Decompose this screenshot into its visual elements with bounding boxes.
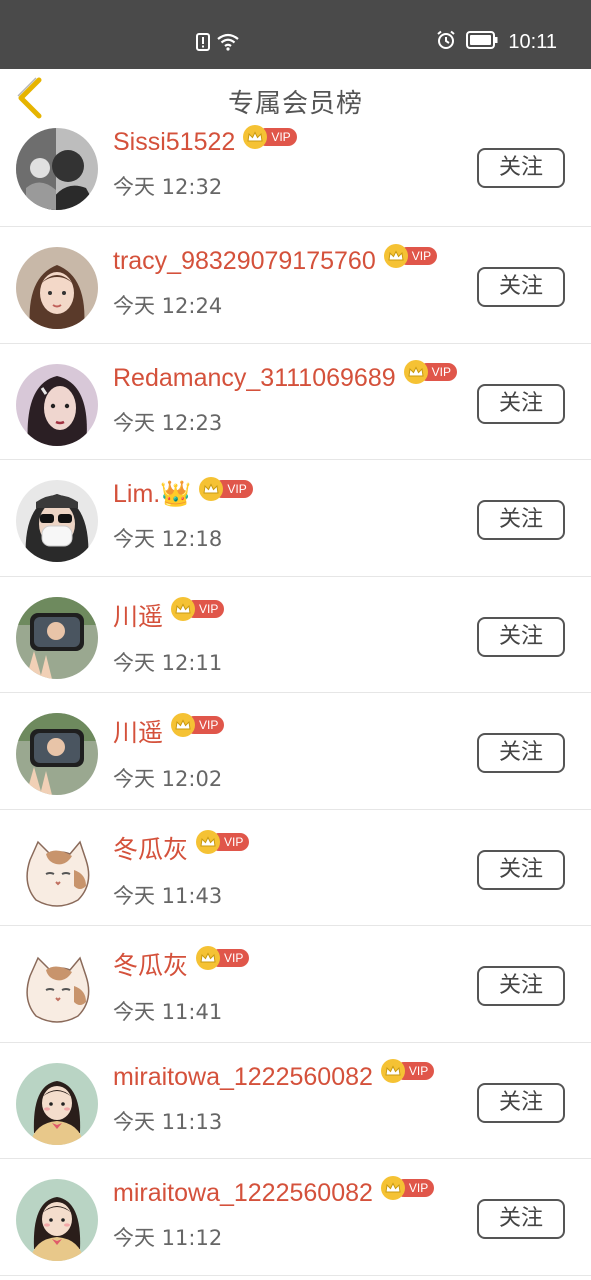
avatar[interactable] (16, 480, 98, 562)
list-item[interactable]: 川遥 VIP 今天 12:02 关注 (0, 693, 591, 810)
avatar[interactable] (16, 829, 98, 912)
name-line: Sissi51522 VIP (113, 124, 451, 157)
member-list: Sissi51522 VIP 今天 12:32 关注 tracy_9832907… (0, 108, 591, 1276)
member-name[interactable]: Sissi51522 (113, 128, 235, 157)
list-item[interactable]: Lim.👑 VIP 今天 12:18 关注 (0, 460, 591, 577)
vip-badge: VIP (199, 476, 253, 501)
avatar[interactable] (16, 946, 98, 1028)
name-line: 冬瓜灰 VIP (113, 946, 451, 982)
member-info: 川遥 VIP 今天 12:02 (113, 713, 451, 793)
list-item[interactable]: 川遥 VIP 今天 12:11 关注 (0, 577, 591, 693)
avatar[interactable] (16, 128, 98, 210)
member-name[interactable]: 川遥 (113, 597, 163, 633)
list-item[interactable]: 冬瓜灰 VIP 今天 11:41 关注 (0, 926, 591, 1043)
battery-icon (466, 31, 498, 53)
member-name[interactable]: 冬瓜灰 (113, 946, 188, 982)
follow-button[interactable]: 关注 (477, 267, 565, 307)
list-item[interactable]: 冬瓜灰 VIP 今天 11:43 关注 (0, 810, 591, 926)
follow-button[interactable]: 关注 (477, 966, 565, 1006)
member-name[interactable]: tracy_98329079175760 (113, 247, 376, 276)
crown-icon (380, 1059, 405, 1083)
list-item[interactable]: Redamancy_3111069689 VIP 今天 12:23 关注 (0, 344, 591, 460)
vip-badge: VIP (171, 596, 225, 621)
status-bar: 10:11 (0, 0, 591, 69)
status-icons-right: 10:11 (436, 30, 557, 54)
join-time: 今天 11:41 (113, 1000, 223, 1024)
name-line: Lim.👑 VIP (113, 476, 451, 509)
member-info: Sissi51522 VIP 今天 12:32 (113, 124, 451, 201)
member-info: 冬瓜灰 VIP 今天 11:41 (113, 946, 451, 1026)
member-name[interactable]: 川遥 (113, 713, 163, 749)
vip-badge: VIP (196, 946, 250, 970)
member-info: miraitowa_1222560082 VIP 今天 11:12 (113, 1175, 451, 1252)
join-time: 今天 12:11 (113, 650, 223, 675)
crown-icon (196, 946, 221, 970)
vip-badge: VIP (171, 713, 225, 737)
crown-icon (196, 829, 221, 854)
crown-icon (403, 360, 428, 384)
crown-icon (380, 1175, 405, 1200)
name-line: 川遥 VIP (113, 596, 451, 633)
follow-button[interactable]: 关注 (477, 616, 565, 657)
wifi-icon (216, 33, 240, 55)
follow-button[interactable]: 关注 (477, 1082, 565, 1123)
join-time: 今天 12:23 (113, 410, 223, 435)
vip-badge: VIP (380, 1175, 435, 1200)
member-info: 川遥 VIP 今天 12:11 (113, 596, 451, 677)
join-time: 今天 12:24 (113, 294, 223, 318)
crown-icon (171, 713, 196, 737)
member-name[interactable]: 冬瓜灰 (113, 830, 188, 866)
member-name[interactable]: Lim.👑 (113, 480, 191, 509)
avatar[interactable] (16, 1062, 98, 1145)
crown-icon (243, 124, 268, 149)
join-time: 今天 12:32 (113, 175, 223, 199)
list-item[interactable]: Sissi51522 VIP 今天 12:32 关注 (0, 108, 591, 227)
avatar[interactable] (16, 1179, 98, 1261)
avatar[interactable] (16, 363, 98, 446)
alarm-icon (436, 30, 456, 54)
follow-button[interactable]: 关注 (477, 849, 565, 890)
name-line: Redamancy_3111069689 VIP (113, 360, 457, 393)
crown-icon (383, 243, 408, 268)
member-info: Redamancy_3111069689 VIP 今天 12:23 (113, 360, 457, 437)
follow-button[interactable]: 关注 (477, 733, 565, 773)
follow-button[interactable]: 关注 (477, 148, 565, 188)
status-icons-center (196, 33, 240, 55)
crown-icon (199, 476, 224, 501)
member-info: Lim.👑 VIP 今天 12:18 (113, 476, 451, 553)
list-item[interactable]: tracy_98329079175760 VIP 今天 12:24 关注 (0, 227, 591, 344)
status-time: 10:11 (508, 30, 557, 53)
join-time: 今天 11:12 (113, 1226, 223, 1250)
name-line: 川遥 VIP (113, 713, 451, 749)
crown-icon (171, 596, 196, 621)
vip-badge: VIP (243, 124, 297, 149)
member-name[interactable]: Redamancy_3111069689 (113, 364, 396, 393)
member-info: 冬瓜灰 VIP 今天 11:43 (113, 829, 451, 910)
name-line: miraitowa_1222560082 VIP (113, 1059, 451, 1092)
join-time: 今天 11:13 (113, 1109, 223, 1134)
join-time: 今天 12:18 (113, 527, 223, 551)
join-time: 今天 12:02 (113, 767, 223, 791)
vip-badge: VIP (383, 243, 438, 268)
name-line: tracy_98329079175760 VIP (113, 243, 451, 276)
member-name[interactable]: miraitowa_1222560082 (113, 1063, 373, 1092)
follow-button[interactable]: 关注 (477, 500, 565, 540)
vip-badge: VIP (403, 360, 457, 384)
member-info: miraitowa_1222560082 VIP 今天 11:13 (113, 1059, 451, 1136)
name-line: 冬瓜灰 VIP (113, 829, 451, 866)
avatar[interactable] (16, 596, 98, 679)
follow-button[interactable]: 关注 (477, 383, 565, 424)
avatar[interactable] (16, 713, 98, 795)
alert-icon (196, 33, 210, 55)
join-time: 今天 11:43 (113, 883, 223, 908)
list-item[interactable]: miraitowa_1222560082 VIP 今天 11:12 关注 (0, 1159, 591, 1276)
follow-button[interactable]: 关注 (477, 1199, 565, 1239)
name-line: miraitowa_1222560082 VIP (113, 1175, 451, 1208)
member-info: tracy_98329079175760 VIP 今天 12:24 (113, 243, 451, 320)
vip-badge: VIP (380, 1059, 435, 1083)
vip-badge: VIP (196, 829, 250, 854)
member-name[interactable]: miraitowa_1222560082 (113, 1179, 373, 1208)
avatar[interactable] (16, 247, 98, 329)
list-item[interactable]: miraitowa_1222560082 VIP 今天 11:13 关注 (0, 1043, 591, 1159)
